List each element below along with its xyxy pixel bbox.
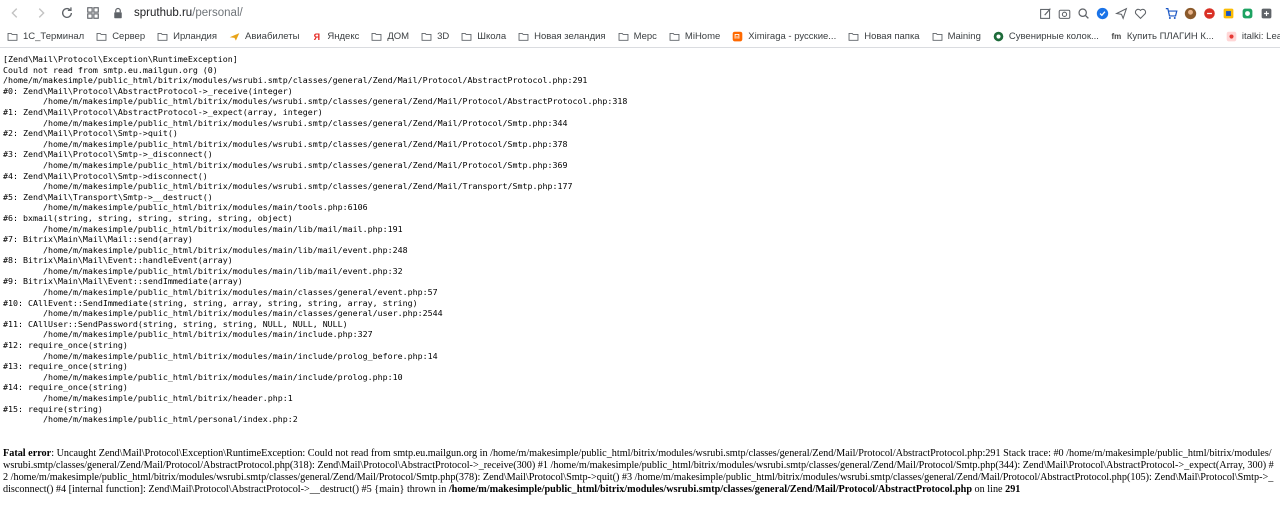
reload-icon [61, 7, 73, 18]
bookmark-label: Ximiraga - русские... [748, 31, 837, 42]
plane-icon [229, 31, 240, 42]
cart-icon[interactable] [1164, 6, 1179, 21]
folder-icon [461, 31, 472, 42]
camera-icon[interactable] [1057, 6, 1072, 21]
edit-icon[interactable] [1038, 6, 1053, 21]
bookmark-item[interactable]: Сервер [89, 28, 150, 46]
send-icon[interactable] [1114, 6, 1129, 21]
bookmark-label: Ирландия [173, 31, 217, 42]
heart-icon[interactable] [1133, 6, 1148, 21]
bookmark-item[interactable]: Новая зеландия [511, 28, 610, 46]
tab-grid-button[interactable] [82, 2, 104, 24]
separator [1152, 6, 1160, 21]
bookmark-item[interactable]: Я Яндекс [304, 28, 364, 46]
globe-icon [993, 31, 1004, 42]
folder-icon [518, 31, 529, 42]
bookmark-label: Сервер [112, 31, 146, 42]
bookmark-item[interactable]: Ирландия [150, 28, 222, 46]
bookmark-label: Мерс [633, 31, 657, 42]
exception-trace: [Zend\Mail\Protocol\Exception\RuntimeExc… [3, 54, 628, 425]
avatar-icon[interactable] [1183, 6, 1198, 21]
bookmark-label: 1С_Терминал [23, 31, 85, 42]
fm-icon: fm [1111, 32, 1122, 41]
arrow-left-icon [11, 8, 18, 18]
url-host: spruthub.ru [134, 7, 193, 19]
bookmark-item[interactable]: Ximiraga - русские... [725, 28, 841, 46]
extension-yellow-icon[interactable] [1221, 6, 1236, 21]
fatal-error-message: Fatal error: Uncaught Zend\Mail\Protocol… [3, 448, 1278, 496]
fatal-error-line: 291 [1005, 484, 1021, 495]
fatal-error-online: on line [972, 484, 1006, 495]
folder-icon [848, 31, 859, 42]
bookmark-label: Купить ПЛАГИН К... [1126, 31, 1214, 42]
bookmark-label: Maining [947, 31, 981, 42]
bookmark-item[interactable]: Новая папка [841, 28, 924, 46]
extension-icons [1038, 0, 1274, 26]
bookmark-item[interactable]: Мерс [611, 28, 662, 46]
lock-icon [114, 7, 122, 19]
search-icon[interactable] [1076, 6, 1091, 21]
bookmark-label: ДОМ [387, 31, 410, 42]
extension-red-icon[interactable] [1202, 6, 1217, 21]
bookmark-item[interactable]: Maining [925, 28, 986, 46]
shield-check-icon[interactable] [1095, 6, 1110, 21]
italki-icon [1226, 31, 1237, 42]
bookmark-item[interactable]: Школа [454, 28, 511, 46]
folder-icon [7, 31, 18, 42]
extension-puzzle-icon[interactable] [1259, 6, 1274, 21]
bookmarks-bar: 1С_Терминал Сервер Ирландия Авиабилеты Я Янде… [0, 26, 1280, 48]
folder-icon [371, 31, 382, 42]
browser-toolbar: spruthub.ru/personal/ [0, 0, 1280, 26]
folder-icon [96, 31, 107, 42]
folder-icon [618, 31, 629, 42]
bookmark-label: Новая папка [864, 31, 920, 42]
grid-icon [87, 7, 99, 19]
arrow-right-icon [38, 8, 45, 18]
fatal-error-file: /home/m/makesimple/public_html/bitrix/mo… [448, 484, 972, 495]
folder-icon [421, 31, 432, 42]
bookmark-label: Новая зеландия [534, 31, 606, 42]
bookmark-item[interactable]: 3D [414, 28, 454, 46]
extension-green-icon[interactable] [1240, 6, 1255, 21]
bookmark-item[interactable]: MiHome [662, 28, 725, 46]
bookmark-label: Сувенирные колок... [1008, 31, 1099, 42]
bookmark-label: Яндекс [327, 31, 360, 42]
folder-icon [932, 31, 943, 42]
folder-icon [157, 31, 168, 42]
mi-icon [732, 31, 743, 42]
page-content: [Zend\Mail\Protocol\Exception\RuntimeExc… [0, 48, 1280, 525]
folder-icon [669, 31, 680, 42]
bookmark-item[interactable]: ДОМ [364, 28, 414, 46]
bookmark-item[interactable]: Сувенирные колок... [986, 28, 1104, 46]
reload-button[interactable] [56, 2, 78, 24]
address-bar[interactable]: spruthub.ru/personal/ [112, 2, 243, 24]
bookmark-label: MiHome [684, 31, 721, 42]
forward-button[interactable] [30, 2, 52, 24]
bookmark-item[interactable]: 1С_Терминал [0, 28, 89, 46]
bookmark-label: 3D [437, 31, 450, 42]
bookmark-item[interactable]: fm Купить ПЛАГИН К... [1104, 28, 1219, 46]
bookmark-item[interactable]: Авиабилеты [222, 28, 304, 46]
url-path: /personal/ [192, 7, 243, 19]
bookmark-label: italki: Learn a langu... [1241, 31, 1280, 42]
bookmark-label: Авиабилеты [244, 31, 300, 42]
fatal-error-label: Fatal error [3, 448, 52, 459]
yandex-icon: Я [313, 31, 321, 42]
bookmark-label: Школа [477, 31, 507, 42]
bookmark-item[interactable]: italki: Learn a langu... [1219, 28, 1280, 46]
back-button[interactable] [4, 2, 26, 24]
